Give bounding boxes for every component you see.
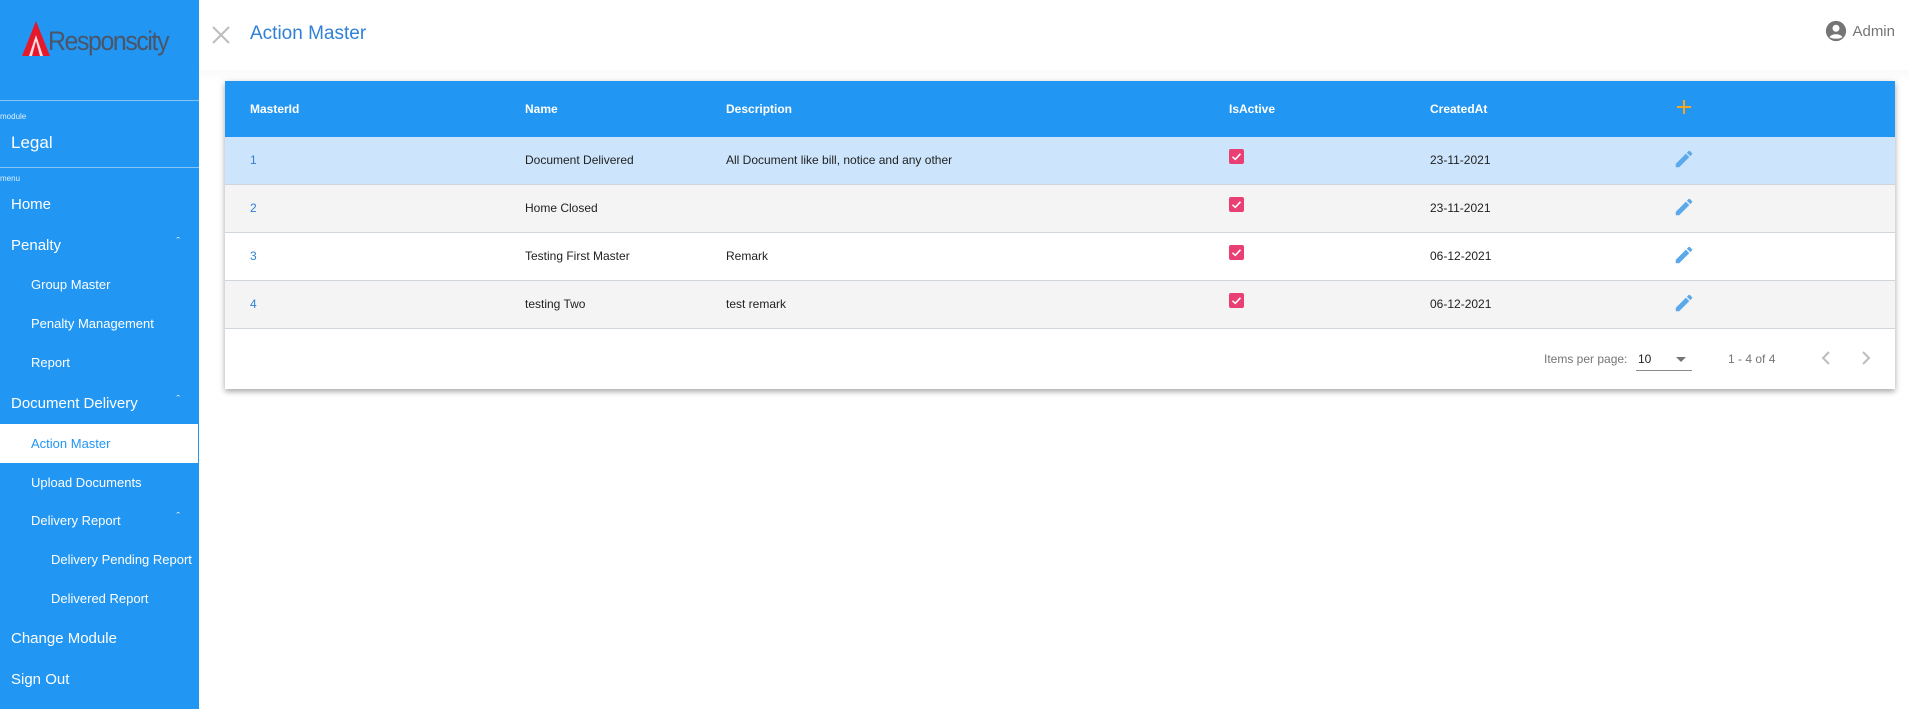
table-row[interactable]: 3 Testing First Master Remark 06-12-2021 (225, 233, 1895, 281)
chevron-up-icon: ˆ (176, 511, 180, 523)
sidebar-item-home[interactable]: Home (0, 185, 199, 224)
sidebar-item-label: Upload Documents (31, 475, 142, 490)
sidebar-item-label: Home (11, 196, 52, 213)
sidebar-item-group-master[interactable]: Group Master (0, 265, 199, 304)
edit-button[interactable] (1673, 292, 1695, 314)
sidebar-item-label: Document Delivery (11, 395, 138, 412)
cell-masterid: 1 (250, 153, 257, 167)
sidebar-item-label: Penalty Management (31, 316, 154, 331)
paginator: Items per page: 10 1 - 4 of 4 (225, 329, 1895, 389)
user-name: Admin (1852, 22, 1895, 40)
edit-button[interactable] (1673, 196, 1695, 218)
cell-name: Home Closed (525, 201, 598, 215)
pencil-icon (1675, 198, 1693, 216)
menu-section-label: menu (0, 174, 21, 183)
cell-masterid: 2 (250, 201, 257, 215)
sidebar-item-delivery-pending-report[interactable]: Delivery Pending Report (0, 540, 199, 579)
pencil-icon (1675, 150, 1693, 168)
brand-name: Responscity (48, 26, 170, 56)
chevron-right-icon (1862, 351, 1871, 365)
chevron-up-icon: ˆ (176, 236, 180, 248)
cell-createdat: 23-11-2021 (1430, 201, 1491, 215)
column-header-isactive[interactable]: IsActive (1229, 102, 1275, 116)
account-circle-icon (1826, 20, 1847, 42)
sidebar-item-label: Action Master (31, 436, 111, 451)
column-header-description[interactable]: Description (726, 102, 792, 116)
sidebar-item-label: Penalty (11, 237, 62, 254)
items-per-page-select[interactable]: 10 (1636, 349, 1692, 371)
chevron-left-icon (1821, 351, 1830, 365)
cell-createdat: 06-12-2021 (1430, 297, 1492, 311)
previous-page-button[interactable] (1813, 345, 1839, 371)
cell-masterid: 3 (250, 249, 257, 263)
cell-description: Remark (726, 249, 769, 263)
cell-name: Document Delivered (525, 153, 634, 167)
isactive-checkbox[interactable] (1229, 293, 1244, 308)
pencil-icon (1675, 246, 1693, 264)
sidebar-item-penalty[interactable]: Penalty ˆ (0, 226, 199, 265)
chevron-up-icon: ˆ (176, 394, 180, 406)
sidebar-item-change-module[interactable]: Change Module (0, 619, 199, 658)
column-header-createdat[interactable]: CreatedAt (1430, 102, 1487, 116)
sidebar-item-delivery-report[interactable]: Delivery Report ˆ (0, 501, 199, 540)
sidebar-item-label: Delivery Pending Report (51, 552, 192, 567)
app-root: Responscity module Legal menu Home Penal… (0, 0, 1909, 709)
cell-createdat: 06-12-2021 (1430, 249, 1492, 263)
sidebar-divider (0, 100, 199, 101)
sidebar-item-penalty-management[interactable]: Penalty Management (0, 304, 199, 343)
edit-button[interactable] (1673, 244, 1695, 266)
cell-masterid: 4 (250, 297, 257, 311)
sidebar-divider (0, 167, 199, 168)
close-icon (212, 26, 230, 44)
sidebar-item-label: Change Module (11, 630, 117, 647)
edit-button[interactable] (1673, 148, 1695, 170)
action-master-table: MasterId Name Description IsActive Creat… (225, 81, 1895, 389)
cell-name: Testing First Master (525, 249, 630, 263)
sidebar-item-upload-documents[interactable]: Upload Documents (0, 463, 199, 502)
items-per-page-label: Items per page: (1544, 352, 1628, 366)
cell-createdat: 23-11-2021 (1430, 153, 1491, 167)
column-header-masterid[interactable]: MasterId (250, 102, 299, 116)
plus-icon (1677, 100, 1691, 114)
table-row[interactable]: 4 testing Two test remark 06-12-2021 (225, 281, 1895, 329)
sidebar-item-label: Report (31, 355, 71, 370)
isactive-checkbox[interactable] (1229, 149, 1244, 164)
current-module: Legal (11, 133, 53, 152)
table-header: MasterId Name Description IsActive Creat… (225, 81, 1895, 137)
logo-triangle-icon (22, 21, 50, 56)
isactive-checkbox[interactable] (1229, 197, 1244, 212)
close-button[interactable] (210, 24, 232, 46)
sidebar-item-document-delivery[interactable]: Document Delivery ˆ (0, 384, 199, 423)
column-header-name[interactable]: Name (525, 102, 558, 116)
check-icon (1231, 249, 1242, 257)
sidebar-item-sign-out[interactable]: Sign Out (0, 660, 199, 699)
sidebar-item-delivered-report[interactable]: Delivered Report (0, 579, 199, 618)
sidebar-item-action-master[interactable]: Action Master (0, 424, 199, 463)
dropdown-arrow-icon (1676, 357, 1686, 362)
next-page-button[interactable] (1853, 345, 1879, 371)
user-menu[interactable]: Admin (1825, 20, 1895, 42)
check-icon (1231, 201, 1242, 209)
check-icon (1231, 297, 1242, 305)
sidebar-item-label: Delivery Report (31, 513, 121, 528)
table-row[interactable]: 2 Home Closed 23-11-2021 (225, 185, 1895, 233)
pencil-icon (1675, 294, 1693, 312)
items-per-page-value: 10 (1638, 352, 1652, 366)
sidebar-item-label: Group Master (31, 277, 111, 292)
module-section-label: module (0, 112, 27, 121)
sidebar-item-label: Delivered Report (51, 591, 149, 606)
brand-logo[interactable]: Responscity (22, 14, 179, 56)
cell-description: test remark (726, 297, 787, 311)
page-title: Action Master (250, 23, 367, 44)
sidebar-item-label: Sign Out (11, 671, 70, 688)
sidebar-item-report[interactable]: Report (0, 343, 199, 382)
cell-name: testing Two (525, 297, 586, 311)
page-range-label: 1 - 4 of 4 (1728, 352, 1776, 366)
add-button[interactable] (1673, 96, 1695, 118)
table-row[interactable]: 1 Document Delivered All Document like b… (225, 137, 1895, 185)
check-icon (1231, 153, 1242, 161)
cell-description: All Document like bill, notice and any o… (726, 153, 953, 167)
sidebar: Responscity module Legal menu Home Penal… (0, 0, 199, 709)
isactive-checkbox[interactable] (1229, 245, 1244, 260)
